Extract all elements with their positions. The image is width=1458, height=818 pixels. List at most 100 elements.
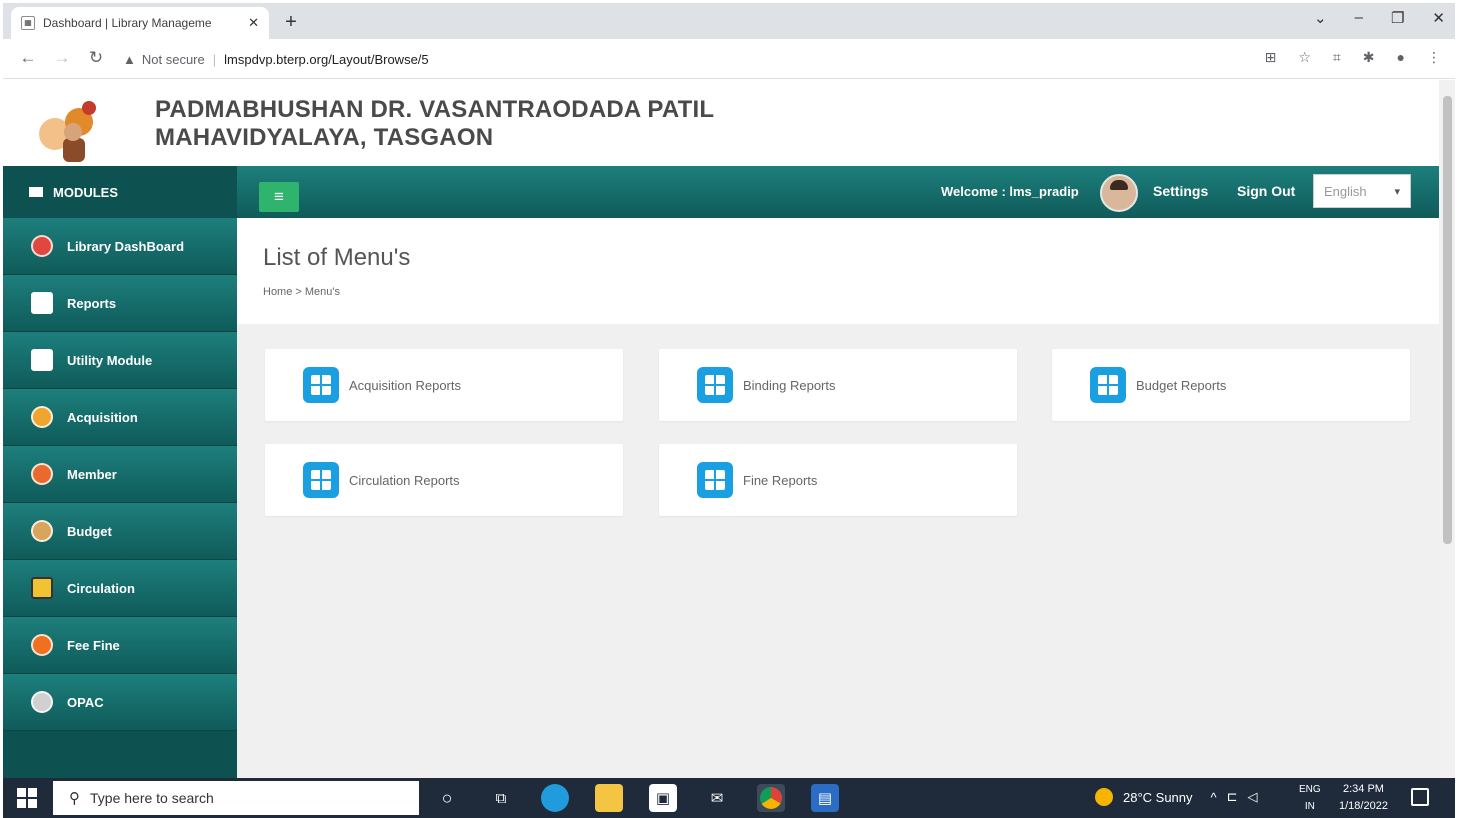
forward-arrow-icon[interactable]: → — [51, 48, 73, 68]
settings-link[interactable]: Settings — [1153, 183, 1208, 199]
sidebar-item-label: Library DashBoard — [67, 238, 185, 254]
mail-icon[interactable]: ✉ — [703, 784, 731, 812]
menu-card-label: Acquisition Reports — [349, 377, 461, 393]
edge-browser-icon[interactable] — [541, 784, 569, 812]
opac-icon — [31, 691, 53, 713]
college-name-line2: MAHAVIDYALAYA, TASGAON — [155, 124, 494, 151]
kebab-menu-icon[interactable]: ⋮ — [1427, 49, 1441, 66]
sidebar-item-utility-module[interactable]: Utility Module — [3, 332, 237, 389]
menu-card-circulation-reports[interactable]: Circulation Reports — [265, 444, 623, 516]
weather-text[interactable]: 28°C Sunny — [1123, 790, 1193, 805]
sidebar-item-fee-fine[interactable]: Fee Fine — [3, 617, 237, 674]
sidebar: Library DashBoard Reports Utility Module… — [3, 218, 237, 778]
language-selected-value: English — [1324, 183, 1367, 199]
windows-taskbar: ⚲ Type here to search ○ ⧉ ▣ ✉ ▤ 28°C Sun… — [3, 778, 1455, 818]
address-bar[interactable]: ▲ Not secure | lmspdvp.bterp.org/Layout/… — [123, 44, 1233, 74]
puzzle-extensions-icon[interactable]: ✱ — [1363, 49, 1375, 66]
menu-card-label: Budget Reports — [1136, 377, 1227, 393]
dashboard-icon — [31, 235, 53, 257]
lang-line2: IN — [1304, 801, 1315, 812]
back-arrow-icon[interactable]: ← — [17, 48, 39, 68]
sign-out-link[interactable]: Sign Out — [1237, 183, 1295, 199]
minimize-icon[interactable]: – — [1355, 9, 1363, 27]
taskbar-search-box[interactable]: ⚲ Type here to search — [53, 781, 419, 815]
extension-icon[interactable]: ⌗ — [1333, 49, 1341, 66]
sidebar-item-budget[interactable]: Budget — [3, 503, 237, 560]
sidebar-item-opac[interactable]: OPAC — [3, 674, 237, 731]
taskbar-clock[interactable]: 2:34 PM 1/18/2022 — [1339, 781, 1388, 815]
library-favicon-icon: ▦ — [21, 16, 35, 30]
notification-center-icon[interactable] — [1411, 788, 1429, 806]
menu-card-label: Fine Reports — [743, 472, 818, 488]
store-bag-icon[interactable]: ▣ — [649, 784, 677, 812]
clock-date: 1/18/2022 — [1339, 800, 1388, 812]
chrome-browser-icon[interactable] — [757, 784, 785, 812]
main-content: List of Menu's Home > Menu's Acquisition… — [237, 218, 1439, 778]
close-tab-icon[interactable]: ✕ — [248, 15, 259, 31]
lang-line1: ENG — [1299, 784, 1321, 795]
chevron-down-icon: ▾ — [1394, 185, 1400, 198]
windows-tile-icon — [303, 462, 339, 498]
budget-icon — [31, 520, 53, 542]
scrollbar-thumb[interactable] — [1443, 96, 1452, 544]
input-language-indicator[interactable]: ENG IN — [1299, 781, 1321, 815]
sidebar-item-label: Budget — [67, 523, 112, 539]
tab-search-chevron-icon[interactable]: ⌄ — [1314, 9, 1327, 27]
bookmark-star-icon[interactable]: ☆ — [1298, 49, 1311, 66]
sidebar-item-reports[interactable]: Reports — [3, 275, 237, 332]
college-logo-icon — [39, 101, 96, 162]
sidebar-item-member[interactable]: Member — [3, 446, 237, 503]
browser-toolbar: ← → ↻ ▲ Not secure | lmspdvp.bterp.org/L… — [3, 39, 1455, 79]
taskbar-apps: ○ ⧉ ▣ ✉ ▤ — [433, 784, 839, 812]
top-navbar: MODULES ≡ Welcome : lms_pradip Settings … — [3, 166, 1439, 218]
close-window-icon[interactable]: ✕ — [1432, 9, 1445, 27]
member-icon — [31, 463, 53, 485]
omnibox-divider: | — [212, 51, 217, 67]
breadcrumb[interactable]: Home > Menu's — [263, 286, 340, 298]
menu-card-acquisition-reports[interactable]: Acquisition Reports — [265, 349, 623, 421]
network-icon[interactable]: ⊏ — [1227, 789, 1238, 805]
menu-card-binding-reports[interactable]: Binding Reports — [659, 349, 1017, 421]
sidebar-item-label: Circulation — [67, 580, 135, 596]
volume-icon[interactable]: ◁ — [1248, 789, 1258, 805]
cortana-circle-icon[interactable]: ○ — [433, 784, 461, 812]
reload-icon[interactable]: ↻ — [85, 48, 107, 68]
browser-tab[interactable]: ▦ Dashboard | Library Manageme ✕ — [11, 7, 269, 39]
page-title: List of Menu's — [263, 244, 411, 271]
college-name-line1: PADMABHUSHAN DR. VASANTRAODADA PATIL — [155, 96, 715, 123]
circulation-icon — [31, 577, 53, 599]
sidebar-item-library-dashboard[interactable]: Library DashBoard — [3, 218, 237, 275]
menu-card-budget-reports[interactable]: Budget Reports — [1052, 349, 1410, 421]
new-tab-button[interactable]: + — [279, 11, 303, 35]
site-header: PADMABHUSHAN DR. VASANTRAODADA PATIL MAH… — [3, 80, 1439, 166]
task-view-icon[interactable]: ⧉ — [487, 784, 515, 812]
windows-tile-icon — [303, 367, 339, 403]
file-explorer-icon[interactable] — [595, 784, 623, 812]
clock-time: 2:34 PM — [1342, 783, 1384, 795]
utility-icon — [31, 349, 53, 371]
user-avatar[interactable] — [1100, 174, 1138, 212]
profile-icon[interactable]: ● — [1397, 49, 1405, 66]
sidebar-item-label: Fee Fine — [67, 637, 120, 653]
warning-triangle-icon[interactable]: ▲ — [123, 52, 136, 67]
menu-card-fine-reports[interactable]: Fine Reports — [659, 444, 1017, 516]
sidebar-item-circulation[interactable]: Circulation — [3, 560, 237, 617]
modules-grid-icon — [29, 187, 43, 197]
weather-sun-icon[interactable] — [1095, 788, 1113, 806]
toolbar-actions: ⊞ ☆ ⌗ ✱ ● ⋮ — [1265, 49, 1441, 66]
translate-icon[interactable]: ⊞ — [1265, 49, 1277, 66]
page-header: List of Menu's Home > Menu's — [237, 218, 1439, 324]
page-scrollbar[interactable] — [1439, 80, 1455, 778]
modules-label: MODULES — [53, 184, 118, 200]
sidebar-item-acquisition[interactable]: Acquisition — [3, 389, 237, 446]
acquisition-icon — [31, 406, 53, 428]
hamburger-menu-button[interactable]: ≡ — [259, 182, 299, 212]
restore-icon[interactable]: ❐ — [1391, 9, 1404, 27]
college-name: PADMABHUSHAN DR. VASANTRAODADA PATIL MAH… — [155, 96, 714, 152]
windows-start-icon[interactable] — [17, 788, 37, 808]
tray-chevron-up-icon[interactable]: ^ — [1211, 790, 1217, 805]
office-app-icon[interactable]: ▤ — [811, 784, 839, 812]
language-select[interactable]: English ▾ — [1313, 174, 1411, 208]
url-text[interactable]: lmspdvp.bterp.org/Layout/Browse/5 — [224, 52, 429, 67]
not-secure-label[interactable]: Not secure — [142, 52, 205, 67]
